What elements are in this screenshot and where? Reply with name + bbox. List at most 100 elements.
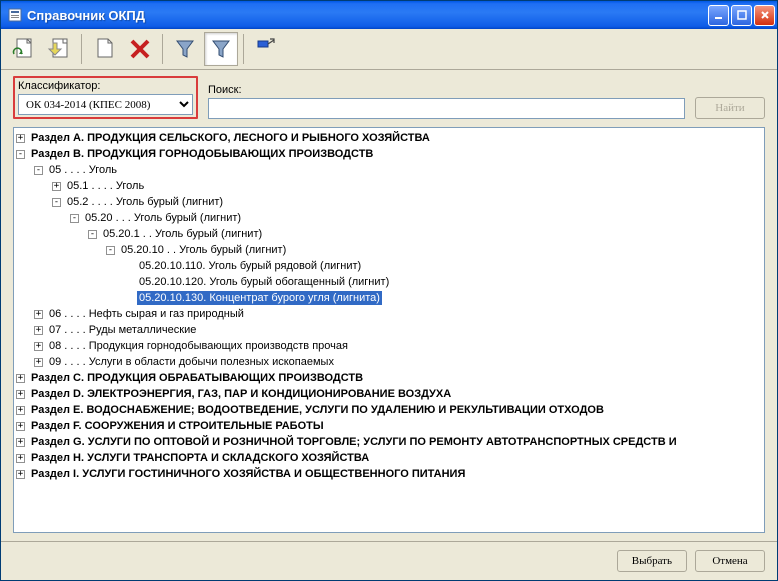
tree-node-label[interactable]: 05.20.10.110. Уголь бурый рядовой (лигни… — [137, 259, 363, 273]
search-label: Поиск: — [208, 84, 685, 96]
tree-node-row[interactable]: +08 . . . . Продукция горнодобывающих пр… — [34, 338, 765, 354]
find-button[interactable]: Найти — [695, 97, 765, 119]
expand-icon[interactable]: + — [16, 438, 25, 447]
tree-node-row[interactable]: + Раздел G. УСЛУГИ ПО ОПТОВОЙ И РОЗНИЧНОЙ… — [16, 434, 765, 450]
tree-children: 05.20.10.110. Уголь бурый рядовой (лигни… — [106, 258, 765, 306]
tree-node-label[interactable]: 06 . . . . Нефть сырая и газ природный — [47, 307, 246, 321]
expand-icon[interactable]: + — [34, 358, 43, 367]
tree-node-row[interactable]: + Раздел F. СООРУЖЕНИЯ И СТРОИТЕЛЬНЫЕ РАБ… — [16, 418, 765, 434]
tree-node-label[interactable]: 05.20.1 . . Уголь бурый (лигнит) — [101, 227, 264, 241]
expand-icon[interactable]: + — [52, 182, 61, 191]
maximize-button[interactable] — [731, 5, 752, 26]
select-button[interactable]: Выбрать — [617, 550, 687, 572]
tree-node-label[interactable]: Раздел B. ПРОДУКЦИЯ ГОРНОДОБЫВАЮЩИХ ПРОИ… — [29, 147, 375, 161]
toolbar-separator — [162, 34, 163, 64]
tree-node-row[interactable]: + Раздел E. ВОДОСНАБЖЕНИЕ; ВОДООТВЕДЕНИЕ,… — [16, 402, 765, 418]
tree-panel[interactable]: + Раздел A. ПРОДУКЦИЯ СЕЛЬСКОГО, ЛЕСНОГО … — [13, 127, 765, 533]
tree-node-row[interactable]: -05.20.10 . . Уголь бурый (лигнит) — [106, 242, 765, 258]
expand-icon[interactable]: + — [16, 134, 25, 143]
tree-node-row[interactable]: + Раздел H. УСЛУГИ ТРАНСПОРТА И СКЛАДСКОГ… — [16, 450, 765, 466]
expand-icon[interactable]: + — [16, 422, 25, 431]
tree-node-label[interactable]: Раздел D. ЭЛЕКТРОЭНЕРГИЯ, ГАЗ, ПАР И КОН… — [29, 387, 453, 401]
tree-node-row[interactable]: +05.1 . . . . Уголь — [52, 178, 765, 194]
collapse-icon[interactable]: - — [34, 166, 43, 175]
tree-node-label[interactable]: 09 . . . . Услуги в области добычи полез… — [47, 355, 336, 369]
tree-node: +09 . . . . Услуги в области добычи поле… — [34, 354, 765, 370]
tree-node: + Раздел H. УСЛУГИ ТРАНСПОРТА И СКЛАДСКОГ… — [16, 450, 765, 466]
toolbar-delete-button[interactable] — [123, 32, 157, 66]
toolbar-new-button[interactable] — [87, 32, 121, 66]
tree-node-label[interactable]: 05.1 . . . . Уголь — [65, 179, 146, 193]
tree-node-label[interactable]: 08 . . . . Продукция горнодобывающих про… — [47, 339, 350, 353]
collapse-icon[interactable]: - — [52, 198, 61, 207]
tree-node-label[interactable]: 05.20.10 . . Уголь бурый (лигнит) — [119, 243, 288, 257]
tree-node-row[interactable]: -05.2 . . . . Уголь бурый (лигнит) — [52, 194, 765, 210]
tree-node: + Раздел C. ПРОДУКЦИЯ ОБРАБАТЫВАЮЩИХ ПРОИ… — [16, 370, 765, 386]
tree-node-label[interactable]: Раздел F. СООРУЖЕНИЯ И СТРОИТЕЛЬНЫЕ РАБО… — [29, 419, 326, 433]
tree-node-row[interactable]: 05.20.10.110. Уголь бурый рядовой (лигни… — [124, 258, 765, 274]
tree-node-row[interactable]: +07 . . . . Руды металлические — [34, 322, 765, 338]
tree-node-label[interactable]: Раздел I. УСЛУГИ ГОСТИНИЧНОГО ХОЗЯЙСТВА … — [29, 467, 467, 481]
collapse-icon[interactable]: - — [70, 214, 79, 223]
expand-icon[interactable]: + — [34, 342, 43, 351]
leaf-spacer — [124, 278, 133, 287]
tree-node: +08 . . . . Продукция горнодобывающих пр… — [34, 338, 765, 354]
tree-node-row[interactable]: -Раздел B. ПРОДУКЦИЯ ГОРНОДОБЫВАЮЩИХ ПРО… — [16, 146, 765, 162]
toolbar — [1, 29, 777, 70]
tree-node: +05.1 . . . . Уголь — [52, 178, 765, 194]
expand-icon[interactable]: + — [34, 310, 43, 319]
titlebar[interactable]: Справочник ОКПД — [1, 1, 777, 29]
tree-node-row[interactable]: -05 . . . . Уголь — [34, 162, 765, 178]
tree-node-label[interactable]: Раздел A. ПРОДУКЦИЯ СЕЛЬСКОГО, ЛЕСНОГО И… — [29, 131, 432, 145]
tree-node-row[interactable]: + Раздел D. ЭЛЕКТРОЭНЕРГИЯ, ГАЗ, ПАР И КО… — [16, 386, 765, 402]
tree-node: + Раздел F. СООРУЖЕНИЯ И СТРОИТЕЛЬНЫЕ РАБ… — [16, 418, 765, 434]
tree-node-label[interactable]: Раздел H. УСЛУГИ ТРАНСПОРТА И СКЛАДСКОГО… — [29, 451, 371, 465]
search-group: Поиск: — [208, 84, 685, 119]
tree-node-row[interactable]: + Раздел A. ПРОДУКЦИЯ СЕЛЬСКОГО, ЛЕСНОГО … — [16, 130, 765, 146]
expand-icon[interactable]: + — [34, 326, 43, 335]
tree-node-label[interactable]: Раздел C. ПРОДУКЦИЯ ОБРАБАТЫВАЮЩИХ ПРОИЗ… — [29, 371, 365, 385]
classifier-select[interactable]: ОК 034-2014 (КПЕС 2008) — [18, 94, 193, 115]
tree-node-label[interactable]: 05.2 . . . . Уголь бурый (лигнит) — [65, 195, 225, 209]
tree-node-row[interactable]: 05.20.10.120. Уголь бурый обогащенный (л… — [124, 274, 765, 290]
cancel-button[interactable]: Отмена — [695, 550, 765, 572]
minimize-button[interactable] — [708, 5, 729, 26]
document-arrow-icon — [47, 37, 71, 61]
toolbar-tag-button[interactable] — [249, 32, 283, 66]
tree-node-row[interactable]: +06 . . . . Нефть сырая и газ природный — [34, 306, 765, 322]
tree-node-label[interactable]: 05.20 . . . Уголь бурый (лигнит) — [83, 211, 243, 225]
tree-children: -05.20.1 . . Уголь бурый (лигнит)-05.20.… — [70, 226, 765, 306]
collapse-icon[interactable]: - — [106, 246, 115, 255]
toolbar-refresh-button[interactable] — [6, 32, 40, 66]
toolbar-filter-button[interactable] — [168, 32, 202, 66]
tree-node-label[interactable]: 07 . . . . Руды металлические — [47, 323, 198, 337]
toolbar-separator — [243, 34, 244, 64]
tree-node-label[interactable]: Раздел G. УСЛУГИ ПО ОПТОВОЙ И РОЗНИЧНОЙ … — [29, 435, 679, 449]
tree-node-row[interactable]: + Раздел I. УСЛУГИ ГОСТИНИЧНОГО ХОЗЯЙСТВА… — [16, 466, 765, 482]
toolbar-export-button[interactable] — [42, 32, 76, 66]
tree-node-label[interactable]: 05 . . . . Уголь — [47, 163, 119, 177]
tree-node: 05.20.10.120. Уголь бурый обогащенный (л… — [124, 274, 765, 290]
tree-node-label[interactable]: 05.20.10.130. Концентрат бурого угля (ли… — [137, 291, 382, 305]
expand-icon[interactable]: + — [16, 454, 25, 463]
collapse-icon[interactable]: - — [16, 150, 25, 159]
tree-node-label[interactable]: 05.20.10.120. Уголь бурый обогащенный (л… — [137, 275, 391, 289]
toolbar-filter-clear-button[interactable] — [204, 32, 238, 66]
tree-node-row[interactable]: -05.20 . . . Уголь бурый (лигнит) — [70, 210, 765, 226]
tree-node-row[interactable]: + Раздел C. ПРОДУКЦИЯ ОБРАБАТЫВАЮЩИХ ПРОИ… — [16, 370, 765, 386]
tree-children: -05 . . . . Уголь+05.1 . . . . Уголь-05.… — [16, 162, 765, 370]
close-button[interactable] — [754, 5, 775, 26]
main-window: Справочник ОКПД — [0, 0, 778, 581]
tree-node: +06 . . . . Нефть сырая и газ природный — [34, 306, 765, 322]
expand-icon[interactable]: + — [16, 374, 25, 383]
tree-node-label[interactable]: Раздел E. ВОДОСНАБЖЕНИЕ; ВОДООТВЕДЕНИЕ, … — [29, 403, 606, 417]
expand-icon[interactable]: + — [16, 470, 25, 479]
expand-icon[interactable]: + — [16, 390, 25, 399]
tree-node-row[interactable]: 05.20.10.130. Концентрат бурого угля (ли… — [124, 290, 765, 306]
tree-node-row[interactable]: +09 . . . . Услуги в области добычи поле… — [34, 354, 765, 370]
tree-node: + Раздел D. ЭЛЕКТРОЭНЕРГИЯ, ГАЗ, ПАР И КО… — [16, 386, 765, 402]
tree-node-row[interactable]: -05.20.1 . . Уголь бурый (лигнит) — [88, 226, 765, 242]
expand-icon[interactable]: + — [16, 406, 25, 415]
search-input[interactable] — [208, 98, 685, 119]
collapse-icon[interactable]: - — [88, 230, 97, 239]
